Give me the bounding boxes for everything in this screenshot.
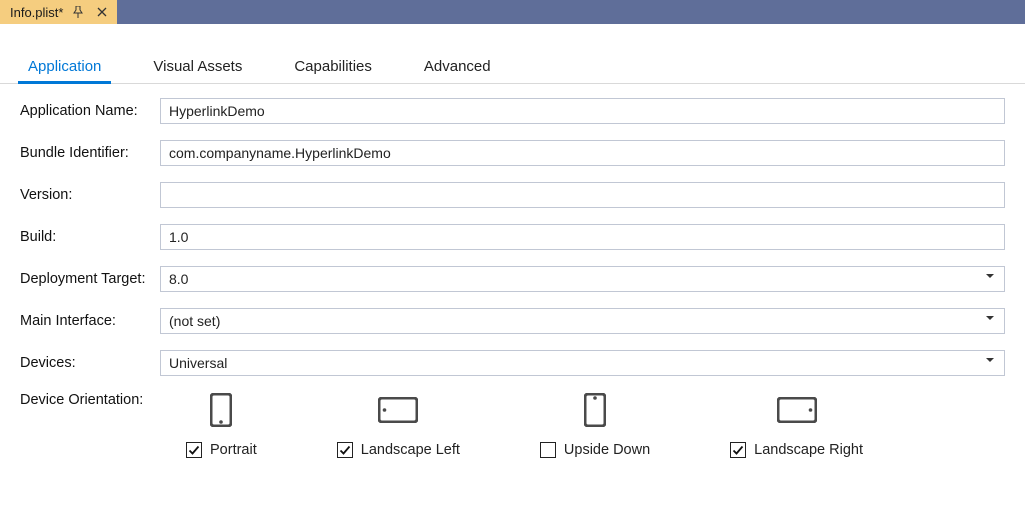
checkbox-box [540,442,556,458]
device-landscape-right-icon [776,392,818,428]
tab-advanced[interactable]: Advanced [416,52,499,83]
title-bar: Info.plist* [0,0,1025,24]
checkbox-label: Portrait [210,442,257,458]
document-tab[interactable]: Info.plist* [0,0,117,24]
checkbox-box [337,442,353,458]
input-version[interactable] [160,182,1005,208]
orientation-landscape-right: Landscape Right [730,392,863,458]
dropdown-deployment-target[interactable]: 8.0 [160,266,1005,292]
tab-visual-assets[interactable]: Visual Assets [145,52,250,83]
checkbox-label: Landscape Left [361,442,460,458]
device-upside-down-icon [574,392,616,428]
pin-icon[interactable] [69,6,87,18]
label-bundle-identifier: Bundle Identifier: [20,145,160,161]
dropdown-devices-value: Universal [169,355,986,371]
chevron-down-icon [986,274,996,284]
dropdown-devices[interactable]: Universal [160,350,1005,376]
input-build[interactable] [160,224,1005,250]
section-tabs: Application Visual Assets Capabilities A… [0,24,1025,84]
chevron-down-icon [986,316,996,326]
input-bundle-identifier[interactable] [160,140,1005,166]
orientation-options: Portrait Landscape Left [160,392,1005,458]
device-portrait-icon [200,392,242,428]
orientation-landscape-left: Landscape Left [337,392,460,458]
document-tab-title: Info.plist* [10,5,63,20]
close-icon[interactable] [93,7,111,17]
dropdown-deployment-target-value: 8.0 [169,271,986,287]
dropdown-main-interface[interactable]: (not set) [160,308,1005,334]
orientation-upside-down: Upside Down [540,392,650,458]
input-application-name[interactable] [160,98,1005,124]
tab-capabilities[interactable]: Capabilities [286,52,380,83]
checkbox-upside-down[interactable]: Upside Down [540,442,650,458]
label-deployment-target: Deployment Target: [20,271,160,287]
checkbox-label: Upside Down [564,442,650,458]
form: Application Name: Bundle Identifier: Ver… [0,84,1025,458]
checkbox-portrait[interactable]: Portrait [186,442,257,458]
label-version: Version: [20,187,160,203]
label-build: Build: [20,229,160,245]
label-device-orientation: Device Orientation: [20,392,160,408]
label-application-name: Application Name: [20,103,160,119]
tab-application[interactable]: Application [20,52,109,83]
chevron-down-icon [986,358,996,368]
checkbox-label: Landscape Right [754,442,863,458]
checkbox-landscape-left[interactable]: Landscape Left [337,442,460,458]
label-devices: Devices: [20,355,160,371]
device-landscape-left-icon [377,392,419,428]
orientation-portrait: Portrait [186,392,257,458]
checkbox-box [730,442,746,458]
checkbox-landscape-right[interactable]: Landscape Right [730,442,863,458]
checkbox-box [186,442,202,458]
label-main-interface: Main Interface: [20,313,160,329]
dropdown-main-interface-value: (not set) [169,313,986,329]
